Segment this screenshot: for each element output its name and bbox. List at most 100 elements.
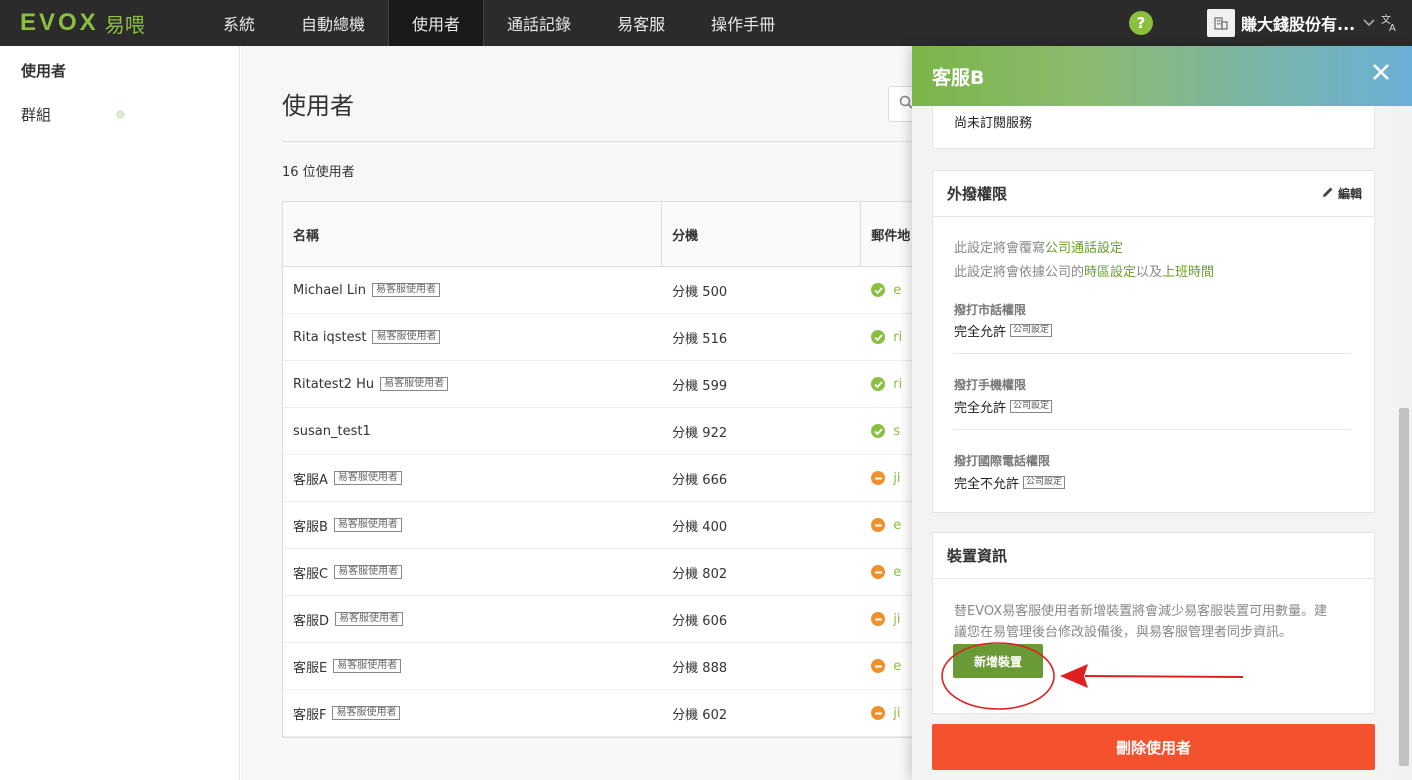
check-circle-icon bbox=[871, 330, 886, 344]
nav-item-manual[interactable]: 操作手冊 bbox=[688, 0, 798, 46]
table-row[interactable]: Rita iqstest 易客服使用者 分機 516 ri bbox=[283, 314, 912, 361]
user-detail-drawer: 客服B 尚未訂閱服務 外撥權限 編輯 此設定將會覆寫公司通話設定 此設定將會依據… bbox=[912, 46, 1412, 780]
email-cell: ri bbox=[861, 314, 912, 360]
override-note-text: 此設定將會覆寫 bbox=[954, 241, 1046, 256]
minus-circle-icon bbox=[871, 471, 886, 485]
page-title: 使用者 bbox=[282, 92, 354, 120]
table-row[interactable]: 客服B 易客服使用者 分機 400 e bbox=[283, 502, 912, 549]
email-cell: e bbox=[861, 549, 912, 595]
user-name[interactable]: Rita iqstest bbox=[293, 330, 366, 345]
check-circle-icon bbox=[871, 377, 886, 391]
user-name[interactable]: 客服E bbox=[293, 657, 327, 676]
email-cell: e bbox=[861, 267, 912, 313]
device-note-line: 議您在易管理後台修改設備後，與易客服管理者同步資訊。 bbox=[954, 625, 1293, 640]
user-name[interactable]: 客服F bbox=[293, 704, 326, 723]
nav-item-call-records[interactable]: 通話記錄 bbox=[484, 0, 594, 46]
scrollbar-thumb[interactable] bbox=[1399, 408, 1409, 766]
table-row[interactable]: 客服A 易客服使用者 分機 666 ji bbox=[283, 455, 912, 502]
email-text: ri bbox=[893, 329, 903, 345]
sidebar-item-users[interactable]: 使用者 bbox=[21, 60, 66, 81]
email-cell: e bbox=[861, 502, 912, 548]
mobile-permission: 完全允許 公司設定 bbox=[954, 397, 1053, 416]
edit-button[interactable]: 編輯 bbox=[1322, 185, 1362, 202]
minus-circle-icon bbox=[871, 706, 886, 720]
company-name: 賺大錢股份有... bbox=[1241, 15, 1356, 34]
svg-text:A: A bbox=[1389, 23, 1396, 32]
nav-item-auto-attendant[interactable]: 自動總機 bbox=[278, 0, 388, 46]
table-row[interactable]: 客服F 易客服使用者 分機 602 ji bbox=[283, 690, 912, 737]
title-divider bbox=[282, 141, 912, 142]
evox-logo[interactable]: EVOX 易喂 bbox=[0, 0, 200, 46]
company-switcher[interactable]: 賺大錢股份有... bbox=[1207, 9, 1375, 37]
users-table: 名稱 分機 郵件地 Michael Lin 易客服使用者 分機 500 e Rita i… bbox=[282, 201, 912, 738]
company-call-settings-link[interactable]: 公司通話設定 bbox=[1045, 241, 1123, 256]
user-name-cell: susan_test1 bbox=[283, 408, 662, 454]
delete-user-button[interactable]: 刪除使用者 bbox=[932, 724, 1375, 770]
timezone-settings-link[interactable]: 時區設定 bbox=[1084, 265, 1136, 280]
user-name[interactable]: 客服C bbox=[293, 563, 328, 582]
device-card-title: 裝置資訊 bbox=[933, 533, 1374, 579]
company-setting-tag: 公司設定 bbox=[1010, 324, 1053, 337]
close-icon[interactable] bbox=[1372, 62, 1390, 87]
email-cell: ji bbox=[861, 596, 912, 642]
help-icon[interactable]: ? bbox=[1129, 11, 1153, 35]
nav-item-customer-service[interactable]: 易客服 bbox=[594, 0, 688, 46]
international-permission-value: 完全不允許 bbox=[954, 477, 1020, 492]
logo-subtext: 易喂 bbox=[104, 12, 145, 37]
email-text: ri bbox=[893, 376, 903, 392]
drawer-scrollbar[interactable] bbox=[1396, 106, 1412, 780]
table-row[interactable]: susan_test1 分機 922 s bbox=[283, 408, 912, 455]
landline-permission-label: 撥打市話權限 bbox=[954, 303, 1027, 317]
language-icon[interactable]: 文A bbox=[1380, 12, 1400, 37]
extension-cell: 分機 922 bbox=[672, 425, 728, 441]
table-row[interactable]: Michael Lin 易客服使用者 分機 500 e bbox=[283, 267, 912, 314]
column-header-email[interactable]: 郵件地 bbox=[861, 202, 912, 266]
user-type-tag: 易客服使用者 bbox=[333, 471, 402, 485]
drawer-title: 客服B bbox=[932, 66, 985, 89]
user-name-cell: 客服C 易客服使用者 bbox=[283, 549, 662, 595]
device-note-line: 替EVOX易客服使用者新增裝置將會減少易客服裝置可用數量。建 bbox=[954, 604, 1328, 619]
user-type-tag: 易客服使用者 bbox=[372, 330, 441, 344]
extension-cell: 分機 599 bbox=[672, 378, 728, 394]
user-name[interactable]: 客服B bbox=[293, 516, 328, 535]
working-hours-link[interactable]: 上班時間 bbox=[1162, 265, 1214, 280]
user-name[interactable]: 客服A bbox=[293, 469, 328, 488]
email-text: e bbox=[893, 282, 902, 298]
table-row[interactable]: 客服E 易客服使用者 分機 888 e bbox=[283, 643, 912, 690]
column-header-name[interactable]: 名稱 bbox=[283, 202, 663, 266]
user-name-cell: Ritatest2 Hu 易客服使用者 bbox=[283, 361, 662, 407]
company-setting-tag: 公司設定 bbox=[1010, 400, 1053, 413]
minus-circle-icon bbox=[871, 518, 886, 532]
table-row[interactable]: 客服D 易客服使用者 分機 606 ji bbox=[283, 596, 912, 643]
email-cell: ji bbox=[861, 455, 912, 501]
nav-item-users[interactable]: 使用者 bbox=[388, 0, 485, 46]
user-type-tag: 易客服使用者 bbox=[333, 518, 402, 532]
chevron-down-icon bbox=[1363, 16, 1375, 30]
pencil-icon bbox=[1322, 187, 1334, 201]
user-name[interactable]: susan_test1 bbox=[293, 424, 371, 439]
user-name[interactable]: Ritatest2 Hu bbox=[293, 377, 374, 392]
extension-cell: 分機 606 bbox=[672, 613, 728, 629]
nav-item-system[interactable]: 系統 bbox=[200, 0, 278, 46]
user-name[interactable]: Michael Lin bbox=[293, 283, 366, 298]
international-permission-label: 撥打國際電話權限 bbox=[954, 454, 1051, 468]
groups-indicator-dot bbox=[116, 110, 125, 119]
email-text: e bbox=[893, 517, 902, 533]
extension-cell: 分機 400 bbox=[672, 519, 728, 535]
table-row[interactable]: 客服C 易客服使用者 分機 802 e bbox=[283, 549, 912, 596]
extension-cell: 分機 802 bbox=[672, 566, 728, 582]
user-name[interactable]: 客服D bbox=[293, 610, 329, 629]
subscription-card: 尚未訂閱服務 bbox=[932, 106, 1375, 149]
extension-cell: 分機 500 bbox=[672, 284, 728, 300]
check-circle-icon bbox=[871, 424, 886, 438]
sidebar-item-groups[interactable]: 群組 bbox=[21, 104, 51, 125]
main-content: 使用者 16 位使用者 名稱 分機 郵件地 Michael Lin 易客服使用者分… bbox=[241, 46, 912, 780]
search-input[interactable] bbox=[888, 86, 912, 122]
email-cell: s bbox=[861, 408, 912, 454]
extension-cell: 分機 888 bbox=[672, 660, 728, 676]
user-type-tag: 易客服使用者 bbox=[332, 706, 401, 720]
table-row[interactable]: Ritatest2 Hu 易客服使用者 分機 599 ri bbox=[283, 361, 912, 408]
user-name-cell: 客服B 易客服使用者 bbox=[283, 502, 662, 548]
column-header-extension[interactable]: 分機 bbox=[662, 202, 862, 266]
add-device-button[interactable]: 新增裝置 bbox=[953, 644, 1043, 678]
